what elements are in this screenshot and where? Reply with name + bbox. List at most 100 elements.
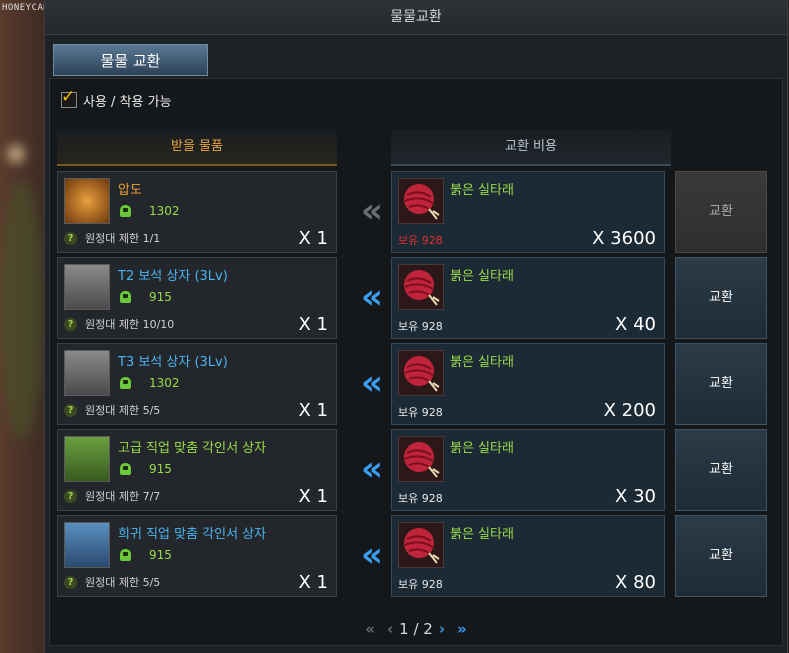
- cost-item-name: 붉은 실타래: [450, 183, 514, 198]
- cost-item[interactable]: 붉은 실타래 보유 928 X 3600: [391, 171, 665, 253]
- cost-quantity: X 3600: [592, 228, 656, 249]
- rune-icon: [64, 178, 110, 224]
- prev-page-icon[interactable]: ‹: [387, 620, 393, 638]
- red-thread-icon: [398, 178, 444, 224]
- red-thread-icon: [398, 264, 444, 310]
- exchange-button[interactable]: 교환: [675, 429, 767, 511]
- blue-chest-icon: [64, 522, 110, 568]
- usable-filter[interactable]: ✓ 사용 / 착용 가능: [61, 87, 172, 110]
- reward-item[interactable]: T2 보석 상자 (3Lv) 915 ? 원정대 제한 10/10 X 1: [57, 257, 337, 339]
- item-level-value: 1302: [149, 204, 180, 218]
- barter-row: 압도 1302 ? 원정대 제한 1/1 X 1 « 붉은 실타래 보유 928: [57, 171, 769, 253]
- first-page-icon[interactable]: «: [365, 620, 375, 638]
- exchange-button[interactable]: 교환: [675, 343, 767, 425]
- exchange-button[interactable]: 교환: [675, 515, 767, 597]
- limit-info: ? 원정대 제한 5/5: [64, 402, 160, 418]
- barter-row: 희귀 직업 맞춤 각인서 상자 915 ? 원정대 제한 5/5 X 1 « 붉…: [57, 515, 769, 597]
- cost-item-name: 붉은 실타래: [450, 269, 514, 284]
- barter-row: T2 보석 상자 (3Lv) 915 ? 원정대 제한 10/10 X 1 « …: [57, 257, 769, 339]
- reward-item[interactable]: 고급 직업 맞춤 각인서 상자 915 ? 원정대 제한 7/7 X 1: [57, 429, 337, 511]
- cost-quantity: X 30: [615, 486, 656, 507]
- cost-item[interactable]: 붉은 실타래 보유 928 X 40: [391, 257, 665, 339]
- reward-quantity: X 1: [298, 572, 328, 593]
- chest-icon: [64, 264, 110, 310]
- exchange-button[interactable]: 교환: [675, 171, 767, 253]
- item-level-value: 1302: [149, 376, 180, 390]
- exchange-arrow-icon: «: [361, 535, 383, 575]
- helmet-icon: [120, 463, 131, 475]
- pagination: « ‹ 1 / 2 › »: [45, 614, 787, 644]
- helmet-icon: [120, 549, 131, 561]
- exchange-arrow-icon: «: [361, 191, 383, 231]
- limit-text: 원정대 제한 5/5: [85, 404, 161, 417]
- cost-item-name: 붉은 실타래: [450, 441, 514, 456]
- owned-count: 보유 928: [398, 320, 443, 333]
- help-icon[interactable]: ?: [64, 317, 77, 331]
- owned-count: 보유 928: [398, 234, 443, 247]
- item-level: 915: [120, 548, 172, 562]
- barter-row: 고급 직업 맞춤 각인서 상자 915 ? 원정대 제한 7/7 X 1 « 붉…: [57, 429, 769, 511]
- tab-barter[interactable]: 물물 교환: [53, 44, 208, 76]
- chest-icon: [64, 350, 110, 396]
- owned-count: 보유 928: [398, 492, 443, 505]
- cost-quantity: X 40: [615, 314, 656, 335]
- cost-item-name: 붉은 실타래: [450, 527, 514, 542]
- red-thread-icon: [398, 350, 444, 396]
- limit-info: ? 원정대 제한 7/7: [64, 488, 160, 504]
- owned-count: 보유 928: [398, 406, 443, 419]
- background-light: [8, 146, 24, 162]
- receive-column-header: 받을 물품: [57, 130, 337, 166]
- help-icon[interactable]: ?: [64, 575, 77, 589]
- cost-item-name: 붉은 실타래: [450, 355, 514, 370]
- red-thread-icon: [398, 522, 444, 568]
- reward-quantity: X 1: [298, 486, 328, 507]
- cost-item[interactable]: 붉은 실타래 보유 928 X 200: [391, 343, 665, 425]
- reward-item-name: 압도: [118, 183, 142, 198]
- limit-text: 원정대 제한 10/10: [85, 318, 175, 331]
- limit-info: ? 원정대 제한 10/10: [64, 316, 174, 332]
- reward-quantity: X 1: [298, 314, 328, 335]
- limit-text: 원정대 제한 1/1: [85, 232, 161, 245]
- background-foliage: [0, 180, 44, 440]
- window-title[interactable]: 물물교환: [45, 0, 787, 35]
- exchange-arrow-icon: «: [361, 363, 383, 403]
- item-level-value: 915: [149, 462, 172, 476]
- green-chest-icon: [64, 436, 110, 482]
- item-level-value: 915: [149, 290, 172, 304]
- item-level: 915: [120, 462, 172, 476]
- next-page-icon[interactable]: ›: [439, 620, 445, 638]
- red-thread-icon: [398, 436, 444, 482]
- item-level: 1302: [120, 204, 180, 218]
- reward-item-name: 희귀 직업 맞춤 각인서 상자: [118, 527, 267, 542]
- helmet-icon: [120, 291, 131, 303]
- help-icon[interactable]: ?: [64, 489, 77, 503]
- limit-info: ? 원정대 제한 1/1: [64, 230, 160, 246]
- cost-item[interactable]: 붉은 실타래 보유 928 X 30: [391, 429, 665, 511]
- owned-count: 보유 928: [398, 578, 443, 591]
- page-indicator: 1 / 2: [399, 620, 433, 638]
- cost-quantity: X 200: [603, 400, 656, 421]
- exchange-arrow-icon: «: [361, 277, 383, 317]
- usable-filter-label: 사용 / 착용 가능: [83, 94, 172, 110]
- last-page-icon[interactable]: »: [457, 620, 467, 638]
- exchange-button[interactable]: 교환: [675, 257, 767, 339]
- barter-window: 물물교환 물물 교환 ✓ 사용 / 착용 가능 받을 물품 교환 비용 압도 1…: [44, 0, 788, 653]
- help-icon[interactable]: ?: [64, 403, 77, 417]
- help-icon[interactable]: ?: [64, 231, 77, 245]
- reward-item[interactable]: 희귀 직업 맞춤 각인서 상자 915 ? 원정대 제한 5/5 X 1: [57, 515, 337, 597]
- barter-row: T3 보석 상자 (3Lv) 1302 ? 원정대 제한 5/5 X 1 « 붉…: [57, 343, 769, 425]
- item-level: 915: [120, 290, 172, 304]
- item-level: 1302: [120, 376, 180, 390]
- cost-column-header: 교환 비용: [391, 130, 671, 166]
- watermark: HONEYCAM: [2, 3, 50, 13]
- check-icon: ✓: [61, 87, 76, 107]
- reward-item[interactable]: T3 보석 상자 (3Lv) 1302 ? 원정대 제한 5/5 X 1: [57, 343, 337, 425]
- reward-item[interactable]: 압도 1302 ? 원정대 제한 1/1 X 1: [57, 171, 337, 253]
- limit-text: 원정대 제한 5/5: [85, 576, 161, 589]
- reward-item-name: 고급 직업 맞춤 각인서 상자: [118, 441, 267, 456]
- reward-item-name: T3 보석 상자 (3Lv): [118, 355, 228, 370]
- cost-item[interactable]: 붉은 실타래 보유 928 X 80: [391, 515, 665, 597]
- helmet-icon: [120, 205, 131, 217]
- usable-checkbox[interactable]: ✓: [61, 87, 77, 108]
- reward-quantity: X 1: [298, 400, 328, 421]
